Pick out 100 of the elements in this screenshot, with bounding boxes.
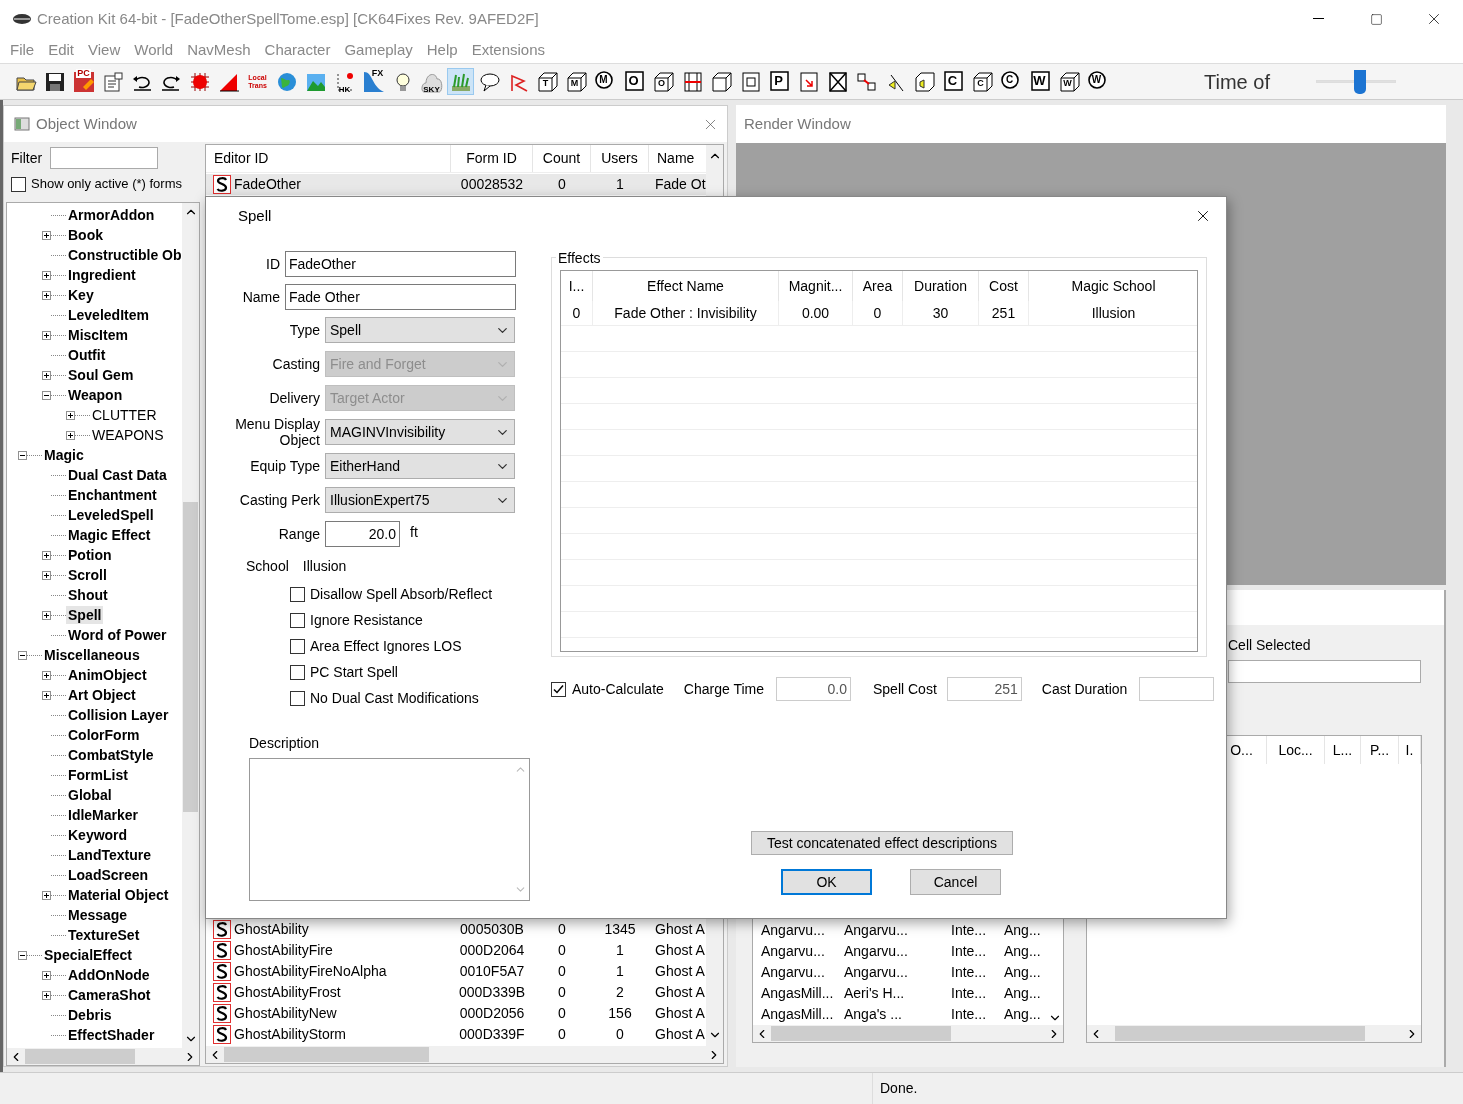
column-header[interactable]: I... <box>561 271 593 301</box>
tree-item[interactable]: AnimObject <box>66 666 149 684</box>
column-header[interactable]: Effect Name <box>593 271 779 301</box>
box-tool-button[interactable]: P <box>766 68 793 95</box>
column-header[interactable]: Editor ID <box>206 145 451 172</box>
box-tool-button[interactable]: C <box>940 68 967 95</box>
collapse-box-icon[interactable] <box>42 390 51 400</box>
menu-item[interactable]: Help <box>419 39 465 62</box>
tree-item[interactable]: ArmorAddon <box>66 206 157 224</box>
tree-item[interactable]: Material Object <box>66 886 171 904</box>
expand-box-icon[interactable] <box>66 430 75 440</box>
column-header[interactable]: Cost <box>979 271 1029 301</box>
filter-field[interactable] <box>50 147 159 169</box>
box-tool-button[interactable]: O <box>621 68 648 95</box>
scrollbar-thumb[interactable] <box>25 1049 135 1064</box>
cube-tool-button[interactable]: O <box>650 68 677 95</box>
scrollbar-thumb[interactable] <box>1115 1026 1365 1041</box>
scrollbar-thumb[interactable] <box>224 1047 429 1062</box>
cast-duration-field[interactable] <box>1139 677 1215 701</box>
dropdown[interactable]: EitherHand <box>325 453 515 479</box>
expand-box-icon[interactable] <box>42 230 51 240</box>
cube-tool-button[interactable]: C <box>969 68 996 95</box>
collapse-box-icon[interactable] <box>18 650 27 660</box>
test-descriptions-button[interactable]: Test concatenated effect descriptions <box>751 831 1013 855</box>
tree-item[interactable]: LoadScreen <box>66 866 151 884</box>
cancel-button[interactable]: Cancel <box>910 869 1001 895</box>
spell-cost-field[interactable]: 251 <box>946 677 1022 701</box>
menu-item[interactable]: File <box>3 39 42 62</box>
expand-box-icon[interactable] <box>42 570 51 580</box>
column-header[interactable]: Loc... <box>1267 736 1325 764</box>
expand-box-icon[interactable] <box>42 990 51 1000</box>
column-header[interactable]: Area <box>853 271 903 301</box>
menu-item[interactable]: Extensions <box>464 39 552 62</box>
tree-item[interactable]: CLUTTER <box>90 406 159 424</box>
scrollbar-thumb[interactable] <box>183 502 198 812</box>
cell-selected-field[interactable] <box>1228 660 1421 683</box>
tree-item[interactable]: Debris <box>66 1006 114 1024</box>
charge-time-field[interactable]: 0.0 <box>776 677 851 701</box>
checkbox[interactable] <box>290 690 305 706</box>
tree-item[interactable]: TextureSet <box>66 926 142 944</box>
tree-item[interactable]: IdleMarker <box>66 806 141 824</box>
checkbox[interactable] <box>290 638 305 654</box>
column-header[interactable]: P... <box>1361 736 1399 764</box>
circle-tool-button[interactable]: W <box>1085 68 1112 95</box>
column-header[interactable]: Magnit... <box>779 271 853 301</box>
tree-item[interactable]: Outfit <box>66 346 108 364</box>
tree-item[interactable]: Ingredient <box>66 266 138 284</box>
tree-item[interactable]: Constructible Ob <box>66 246 182 264</box>
list-row[interactable]: FadeOther 00028532 0 1 Fade Ot <box>206 174 706 195</box>
sky-button[interactable]: SKY <box>418 68 445 95</box>
menu-item[interactable]: View <box>81 39 128 62</box>
expand-box-icon[interactable] <box>42 550 51 560</box>
tree-item[interactable]: Magic Effect <box>66 526 153 544</box>
number-field[interactable]: 20.0 <box>325 521 400 547</box>
tree-item[interactable]: Shout <box>66 586 110 604</box>
ok-button[interactable]: OK <box>781 869 872 895</box>
slider-thumb[interactable] <box>1353 69 1366 94</box>
menu-item[interactable]: Gameplay <box>337 39 420 62</box>
tree-item[interactable]: LeveledSpell <box>66 506 156 524</box>
text-field[interactable]: FadeOther <box>285 250 516 277</box>
menu-item[interactable]: Character <box>257 39 338 62</box>
column-header[interactable]: L... <box>1325 736 1361 764</box>
dropdown[interactable]: IllusionExpert75 <box>325 487 515 513</box>
expand-box-icon[interactable] <box>42 670 51 680</box>
expand-box-icon[interactable] <box>42 290 51 300</box>
tree-item[interactable]: MiscItem <box>66 326 130 344</box>
column-header[interactable]: I. <box>1399 736 1421 764</box>
tree-item[interactable]: Collision Layer <box>66 706 171 724</box>
tree-item[interactable]: Magic <box>42 446 86 464</box>
expand-box-icon[interactable] <box>66 410 75 420</box>
checkbox[interactable] <box>290 664 305 680</box>
expand-box-icon[interactable] <box>42 890 51 900</box>
tree-item[interactable]: Word of Power <box>66 626 169 644</box>
tree-item[interactable]: Potion <box>66 546 114 564</box>
effects-button[interactable]: FX <box>360 68 387 95</box>
tree-item[interactable]: Miscellaneous <box>42 646 142 664</box>
havok-button[interactable]: HK <box>331 68 358 95</box>
text-field[interactable]: Fade Other <box>285 283 516 310</box>
column-header[interactable]: Count <box>533 145 591 172</box>
scrollbar-thumb[interactable] <box>771 1026 951 1041</box>
tree-item[interactable]: WEAPONS <box>90 426 166 444</box>
collapse-box-icon[interactable] <box>18 450 27 460</box>
expand-box-icon[interactable] <box>42 270 51 280</box>
checkbox[interactable] <box>551 681 566 697</box>
dropdown[interactable]: Spell <box>325 317 515 343</box>
tree-item[interactable]: Spell <box>66 606 104 624</box>
menu-item[interactable]: NavMesh <box>180 39 258 62</box>
tree-item[interactable]: ColorForm <box>66 726 142 744</box>
expand-box-icon[interactable] <box>42 610 51 620</box>
column-header[interactable]: Magic School <box>1029 271 1197 301</box>
column-header[interactable]: Users <box>591 145 649 172</box>
tree-item[interactable]: Key <box>66 286 96 304</box>
tree-item[interactable]: EffectShader <box>66 1026 157 1044</box>
tree-item[interactable]: CombatStyle <box>66 746 156 764</box>
tree-item[interactable]: Book <box>66 226 105 244</box>
menu-item[interactable]: Edit <box>41 39 82 62</box>
tree-item[interactable]: LandTexture <box>66 846 153 864</box>
tree-item[interactable]: CameraShot <box>66 986 153 1004</box>
expand-box-icon[interactable] <box>42 690 51 700</box>
collapse-box-icon[interactable] <box>18 950 27 960</box>
